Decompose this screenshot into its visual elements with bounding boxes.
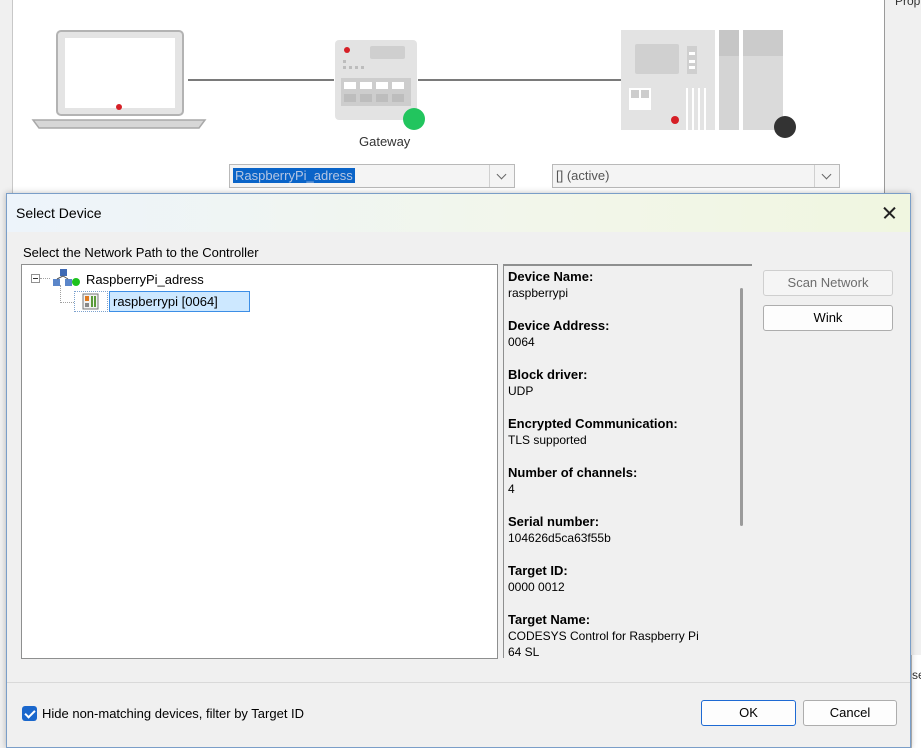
network-gateway-icon — [53, 269, 80, 286]
device-combo-value: [] (active) — [556, 168, 610, 183]
hide-non-matching-checkbox[interactable] — [22, 706, 37, 721]
info-label: Block driver: — [508, 367, 588, 382]
chevron-down-icon[interactable] — [814, 165, 839, 187]
gateway-node-label[interactable]: RaspberryPi_adress — [86, 272, 204, 287]
gateway-label: Gateway — [359, 134, 411, 149]
dialog-title: Select Device — [16, 205, 102, 221]
dialog-separator — [7, 682, 910, 683]
network-path-label: Select the Network Path to the Controlle… — [23, 245, 259, 260]
background-fragment-text: se — [912, 668, 921, 682]
info-value: 0000 0012 — [508, 580, 565, 594]
properties-panel-title: Prop — [895, 0, 921, 8]
info-value: TLS supported — [508, 433, 587, 447]
info-value: UDP — [508, 384, 534, 398]
tree-line — [60, 302, 74, 303]
info-value: 104626d5ca63f55b — [508, 531, 611, 545]
wink-button[interactable]: Wink — [763, 305, 893, 331]
info-value: 4 — [508, 482, 515, 496]
properties-panel-edge — [884, 0, 921, 200]
close-icon[interactable] — [876, 200, 904, 226]
device-node-label[interactable]: raspberrypi [0064] — [109, 291, 250, 312]
select-device-dialog: Select Device Select the Network Path to… — [6, 193, 911, 748]
tree-line — [40, 278, 50, 279]
device-combo[interactable]: [] (active) — [552, 164, 840, 188]
info-label: Encrypted Communication: — [508, 416, 678, 431]
info-label: Target Name: — [508, 612, 591, 627]
connection-line — [188, 79, 334, 81]
scan-network-button[interactable]: Scan Network — [763, 270, 893, 296]
info-value: raspberrypi — [508, 286, 569, 300]
info-label: Number of channels: — [508, 465, 638, 480]
info-label: Device Name: — [508, 269, 594, 284]
connection-line — [418, 79, 626, 81]
tree-line — [60, 285, 61, 303]
laptop-icon — [31, 30, 207, 129]
controller-icon — [621, 30, 796, 138]
device-tree[interactable]: RaspberryPi_adress raspberrypi [0064] — [21, 264, 498, 659]
gateway-combo[interactable]: RaspberryPi_adress — [229, 164, 515, 188]
gateway-combo-value: RaspberryPi_adress — [233, 168, 355, 183]
info-value: 0064 — [508, 335, 535, 349]
ok-button[interactable]: OK — [701, 700, 796, 726]
info-label: Target ID: — [508, 563, 568, 578]
info-label: Device Address: — [508, 318, 610, 333]
info-label: Serial number: — [508, 514, 600, 529]
chevron-down-icon[interactable] — [489, 165, 514, 187]
dialog-titlebar[interactable]: Select Device — [7, 194, 910, 232]
plc-device-icon — [82, 293, 99, 310]
cancel-button[interactable]: Cancel — [803, 700, 897, 726]
info-scrollbar[interactable] — [740, 288, 743, 526]
hide-non-matching-label[interactable]: Hide non-matching devices, filter by Tar… — [42, 706, 304, 721]
info-value: CODESYS Control for Raspberry Pi — [508, 629, 699, 643]
gateway-icon — [335, 40, 425, 130]
info-value: 64 SL — [508, 645, 540, 658]
device-node-icon-box[interactable] — [74, 291, 108, 312]
device-info-panel: Device Name: raspberrypi Device Address: 00… — [503, 264, 752, 658]
topology-canvas: Gateway RaspberryPi_adress [] (active) — [12, 0, 886, 200]
collapse-icon[interactable] — [31, 274, 40, 283]
